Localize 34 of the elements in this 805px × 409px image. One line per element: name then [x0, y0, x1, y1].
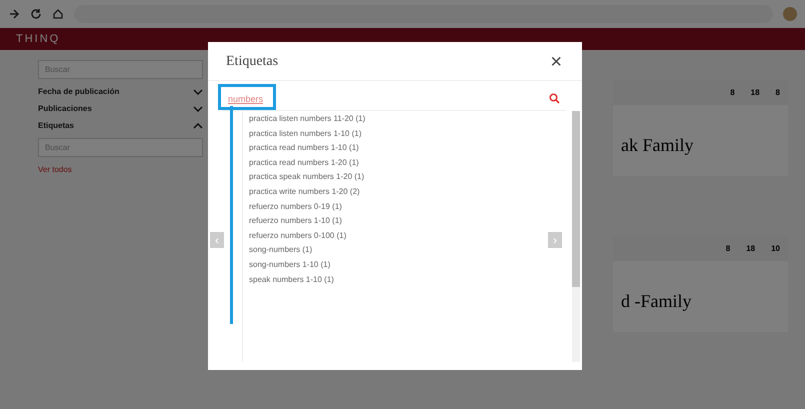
tag-option[interactable]: practica listen numbers 11-20 (1)	[249, 114, 572, 123]
chevron-icon[interactable]	[193, 122, 203, 128]
filter-section-title[interactable]: Fecha de publicación	[38, 87, 120, 96]
reload-icon[interactable]	[30, 8, 42, 20]
tag-option[interactable]: practica speak numbers 1-20 (1)	[249, 172, 572, 182]
search-icon[interactable]	[549, 93, 560, 104]
dialog-title: Etiquetas	[226, 54, 278, 70]
stat-count: 8	[776, 88, 780, 97]
stat-count: 8	[730, 88, 735, 97]
see-all-link[interactable]: Ver todos	[38, 165, 203, 174]
tag-option[interactable]: practica write numbers 1-20 (2)	[249, 186, 572, 196]
logo: THINQ	[16, 33, 60, 45]
tag-option[interactable]: song-numbers (1)	[249, 245, 572, 254]
tag-option[interactable]: song-numbers 1-10 (1)	[249, 260, 572, 269]
filter-section-title[interactable]: Publicaciones	[38, 104, 92, 113]
filter-section-title[interactable]: Etiquetas	[38, 121, 74, 130]
back-icon[interactable]	[8, 8, 20, 20]
tag-option[interactable]: refuerzo numbers 0-19 (1)	[249, 202, 572, 211]
tag-option[interactable]: practica listen numbers 1-10 (1)	[249, 128, 572, 138]
chevron-icon[interactable]	[193, 106, 203, 112]
post-title: d -Family	[620, 290, 692, 313]
post-title: ak Family	[620, 134, 694, 157]
stat-count: 10	[771, 244, 780, 253]
home-icon[interactable]	[52, 8, 64, 20]
scrollbar[interactable]	[572, 111, 580, 362]
stat-count: 8	[726, 244, 730, 253]
highlight-box	[218, 84, 276, 110]
tag-option[interactable]: speak numbers 1-10 (1)	[249, 274, 572, 284]
tag-option[interactable]: refuerzo numbers 1-10 (1)	[249, 216, 572, 226]
tag-option[interactable]: practica read numbers 1-20 (1)	[249, 158, 572, 167]
stat-count: 18	[746, 244, 756, 253]
tag-option[interactable]: practica read numbers 1-10 (1)	[249, 143, 572, 152]
stat-count: 18	[750, 88, 760, 97]
chevron-icon[interactable]	[193, 88, 203, 94]
